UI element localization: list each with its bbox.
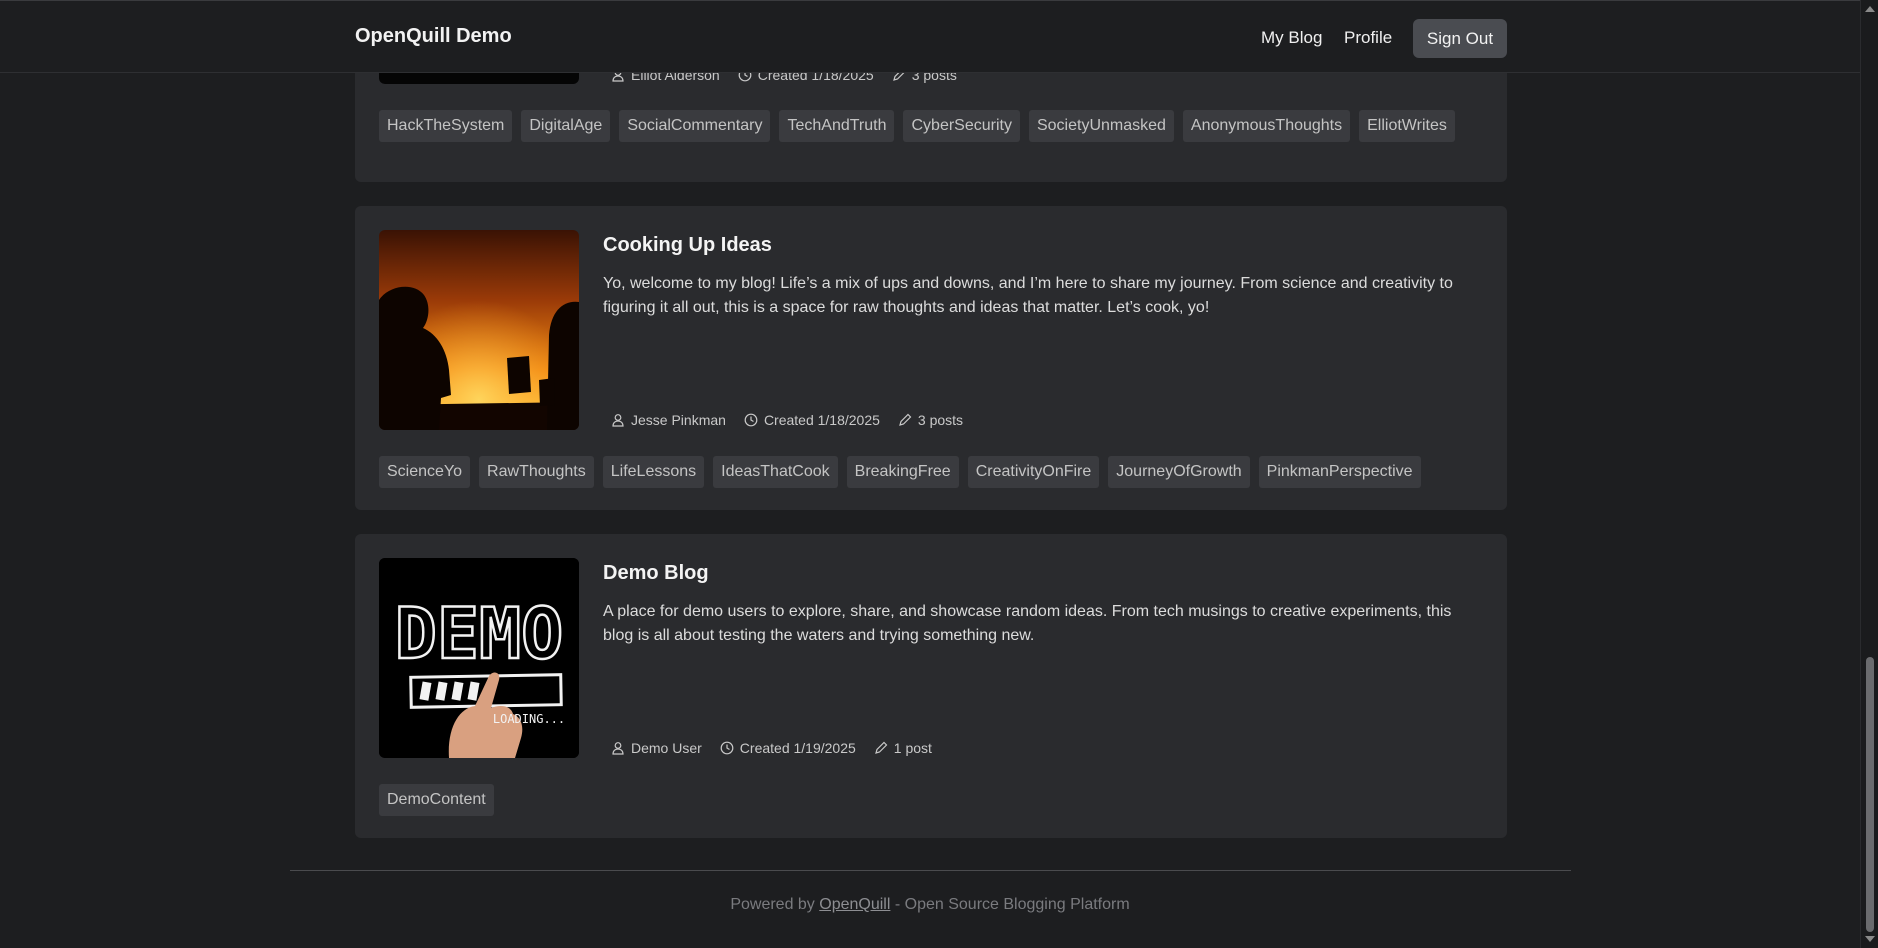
blog-meta: Jesse Pinkman Created 1/18/2025 3 posts <box>611 412 981 428</box>
tag[interactable]: BreakingFree <box>846 456 959 488</box>
tag[interactable]: SocietyUnmasked <box>1028 110 1174 142</box>
scrollbar-thumb[interactable] <box>1866 657 1874 932</box>
posts-meta: 3 posts <box>898 412 963 428</box>
blog-card-demo-blog[interactable]: DEMO LOADING... Demo Blog A place for de… <box>355 534 1507 838</box>
demo-word: DEMO <box>395 593 564 675</box>
tag-list: DemoContent <box>379 784 503 816</box>
tag[interactable]: HackTheSystem <box>379 110 513 142</box>
nav-my-blog[interactable]: My Blog <box>1261 28 1322 48</box>
pencil-icon <box>899 413 912 426</box>
posts-meta: 1 post <box>874 740 932 756</box>
scroll-down-arrow-icon[interactable] <box>1865 936 1875 942</box>
openquill-link[interactable]: OpenQuill <box>819 896 890 913</box>
blog-thumbnail <box>379 230 579 430</box>
nav-profile[interactable]: Profile <box>1344 28 1392 48</box>
footer-divider <box>290 870 1571 871</box>
tag[interactable]: ScienceYo <box>379 456 471 488</box>
user-icon <box>612 742 624 755</box>
clock-icon <box>720 741 734 755</box>
tag[interactable]: ElliotWrites <box>1359 110 1455 142</box>
tag[interactable]: DemoContent <box>379 784 494 816</box>
author-meta: Demo User <box>611 740 702 756</box>
sign-out-button[interactable]: Sign Out <box>1413 19 1507 58</box>
loading-text: LOADING... <box>493 712 565 726</box>
tag[interactable]: DigitalAge <box>521 110 611 142</box>
footer-suffix: - Open Source Blogging Platform <box>894 896 1130 913</box>
footer: Powered by OpenQuill - Open Source Blogg… <box>0 896 1860 914</box>
tag[interactable]: CyberSecurity <box>903 110 1020 142</box>
clock-icon <box>744 413 758 427</box>
tag[interactable]: TechAndTruth <box>779 110 895 142</box>
blog-card-cooking-up-ideas[interactable]: Cooking Up Ideas Yo, welcome to my blog!… <box>355 206 1507 510</box>
pencil-icon <box>874 741 888 754</box>
created-date: Created 1/19/2025 <box>739 740 856 756</box>
blog-thumbnail: DEMO LOADING... <box>379 558 579 758</box>
brand-logo[interactable]: OpenQuill Demo <box>355 25 512 48</box>
tag[interactable]: CreativityOnFire <box>967 456 1100 488</box>
blog-description: Yo, welcome to my blog! Life’s a mix of … <box>603 275 1453 316</box>
tag[interactable]: IdeasThatCook <box>713 456 838 488</box>
author-meta: Jesse Pinkman <box>611 412 726 428</box>
created-date: Created 1/18/2025 <box>763 412 880 428</box>
top-navbar: OpenQuill Demo My Blog Profile Sign Out <box>0 0 1860 73</box>
post-count: 1 post <box>893 740 932 756</box>
author-name: Jesse Pinkman <box>631 412 726 428</box>
tag[interactable]: RawThoughts <box>479 456 594 488</box>
tag-list: ScienceYo RawThoughts LifeLessons IdeasT… <box>379 456 1430 488</box>
user-icon <box>612 414 624 427</box>
tag[interactable]: AnonymousThoughts <box>1182 110 1351 142</box>
demo-loading-image: DEMO LOADING... <box>379 558 579 758</box>
blog-title[interactable]: Demo Blog <box>603 562 709 585</box>
page-scrollbar[interactable] <box>1860 0 1878 948</box>
tag-list: HackTheSystem DigitalAge SocialCommentar… <box>379 110 1464 142</box>
blog-title[interactable]: Cooking Up Ideas <box>603 234 772 257</box>
tag[interactable]: PinkmanPerspective <box>1258 456 1421 488</box>
created-meta: Created 1/18/2025 <box>744 412 880 428</box>
tag[interactable]: SocialCommentary <box>619 110 771 142</box>
blog-description: A place for demo users to explore, share… <box>603 603 1452 644</box>
created-meta: Created 1/19/2025 <box>720 740 856 756</box>
tag[interactable]: JourneyOfGrowth <box>1108 456 1250 488</box>
tag[interactable]: LifeLessons <box>602 456 705 488</box>
footer-prefix: Powered by <box>730 896 815 913</box>
author-name: Demo User <box>631 740 702 756</box>
post-count: 3 posts <box>917 412 964 428</box>
blog-meta: Demo User Created 1/19/2025 1 post <box>611 740 950 756</box>
scroll-up-arrow-icon[interactable] <box>1865 6 1875 12</box>
sunset-silhouette-image <box>379 230 579 430</box>
